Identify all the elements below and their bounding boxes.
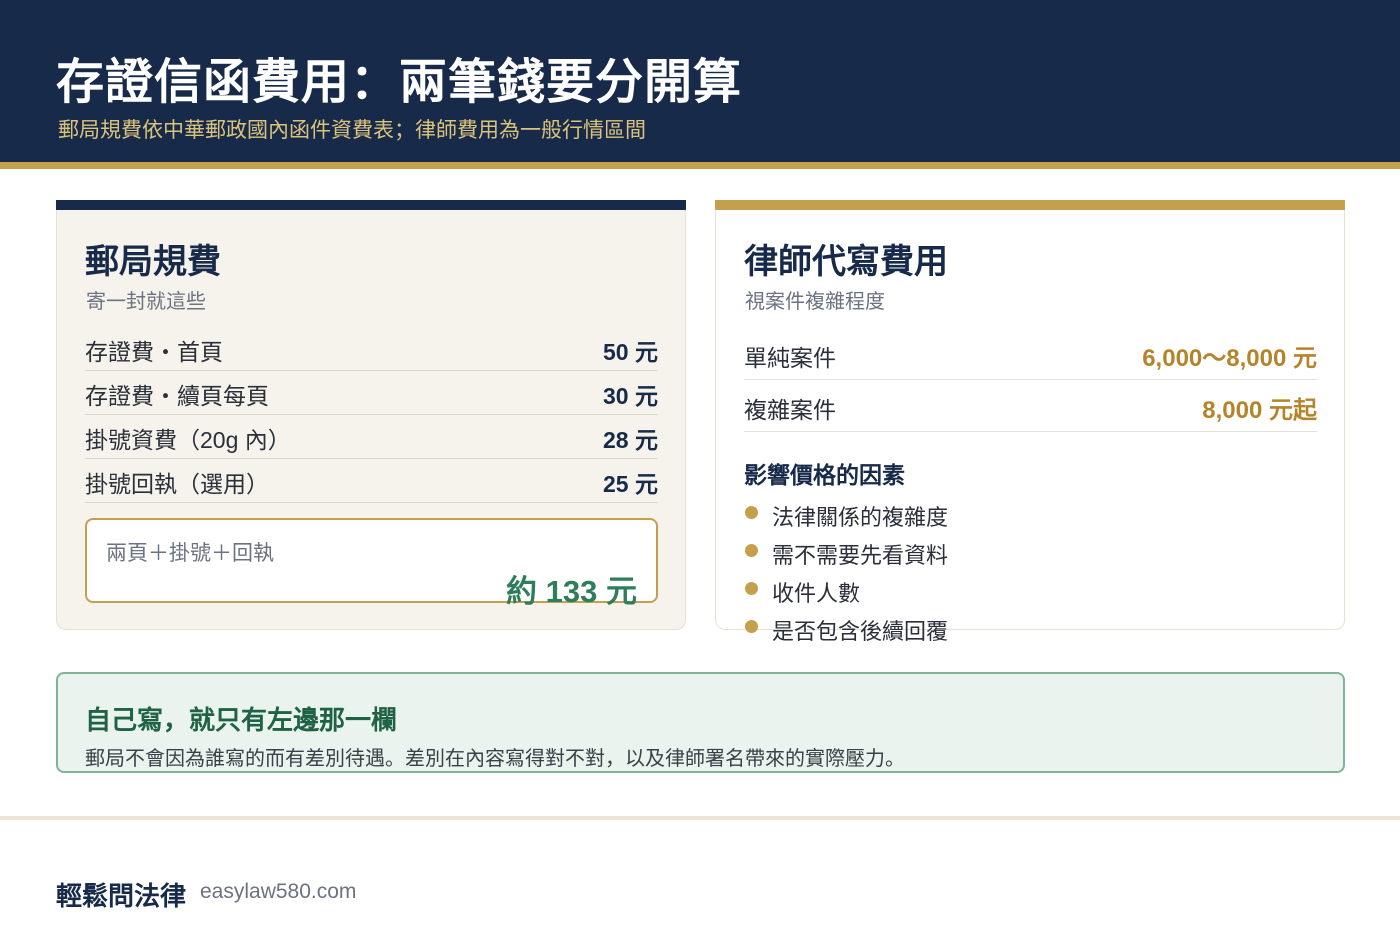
factor-text: 收件人數 (772, 581, 861, 606)
total-summary-box: 兩頁＋掛號＋回執 約 133 元 (85, 518, 658, 609)
factor-text: 是否包含後續回覆 (772, 619, 949, 644)
page-title: 存證信函費用：兩筆錢要分開算 (56, 56, 743, 109)
price-value: 8,000 元起 (1202, 397, 1317, 424)
fee-row: 掛號資費（20g 內） 28 元 (85, 415, 658, 459)
fee-row: 掛號回執（選用） 25 元 (85, 459, 658, 503)
fee-label: 掛號資費（20g 內） (85, 427, 291, 453)
price-label: 複雜案件 (744, 397, 836, 423)
price-value: 6,000～8,000 元 (1142, 345, 1317, 372)
fee-label: 存證費・續頁每頁 (85, 383, 269, 409)
bullet-icon (745, 620, 758, 633)
lawyer-fee-card: 律師代寫費用 視案件複雜程度 單純案件 6,000～8,000 元 複雜案件 8… (715, 200, 1345, 644)
factor-text: 法律關係的複雜度 (772, 505, 949, 530)
card-title: 郵局規費 (85, 243, 221, 281)
price-label: 單純案件 (744, 345, 836, 371)
total-label: 兩頁＋掛號＋回執 (106, 542, 274, 565)
fee-label: 存證費・首頁 (85, 339, 223, 365)
bullet-icon (745, 544, 758, 557)
card-accent-bar (56, 200, 686, 210)
card-title: 律師代寫費用 (744, 243, 948, 281)
bullet-icon (745, 506, 758, 519)
post-office-fee-card: 郵局規費 寄一封就這些 存證費・首頁 50 元 存證費・續頁每頁 30 元 掛號… (56, 200, 686, 630)
card-subtitle: 視案件複雜程度 (745, 291, 885, 313)
note-title: 自己寫，就只有左邊那一欄 (85, 705, 398, 735)
fee-row: 存證費・首頁 50 元 (85, 334, 658, 371)
footer-divider (0, 816, 1400, 820)
factors-heading: 影響價格的因素 (744, 462, 905, 488)
self-write-note: 自己寫，就只有左邊那一欄 郵局不會因為誰寫的而有差別待遇。差別在內容寫得對不對，… (56, 672, 1345, 773)
fee-value: 28 元 (603, 427, 658, 453)
card-accent-bar (715, 200, 1345, 210)
card-subtitle: 寄一封就這些 (86, 291, 206, 313)
fee-row: 存證費・續頁每頁 30 元 (85, 371, 658, 415)
fee-value: 30 元 (603, 383, 658, 409)
fee-value: 50 元 (603, 339, 658, 365)
price-row: 單純案件 6,000～8,000 元 (744, 334, 1317, 380)
header-divider (0, 162, 1400, 169)
price-row: 複雜案件 8,000 元起 (744, 380, 1317, 432)
fee-label: 掛號回執（選用） (85, 471, 269, 497)
page-subtitle: 郵局規費依中華郵政國內函件資費表；律師費用為一般行情區間 (58, 119, 646, 142)
factor-text: 需不需要先看資料 (772, 543, 949, 568)
brand-name: 輕鬆問法律 (56, 881, 187, 911)
header-banner: 存證信函費用：兩筆錢要分開算 郵局規費依中華郵政國內函件資費表；律師費用為一般行… (0, 0, 1400, 162)
bullet-icon (745, 582, 758, 595)
note-body: 郵局不會因為誰寫的而有差別待遇。差別在內容寫得對不對，以及律師署名帶來的實際壓力… (85, 748, 905, 770)
fee-value: 25 元 (603, 471, 658, 497)
total-value: 約 133 元 (506, 574, 637, 609)
site-url: easylaw580.com (200, 880, 357, 903)
